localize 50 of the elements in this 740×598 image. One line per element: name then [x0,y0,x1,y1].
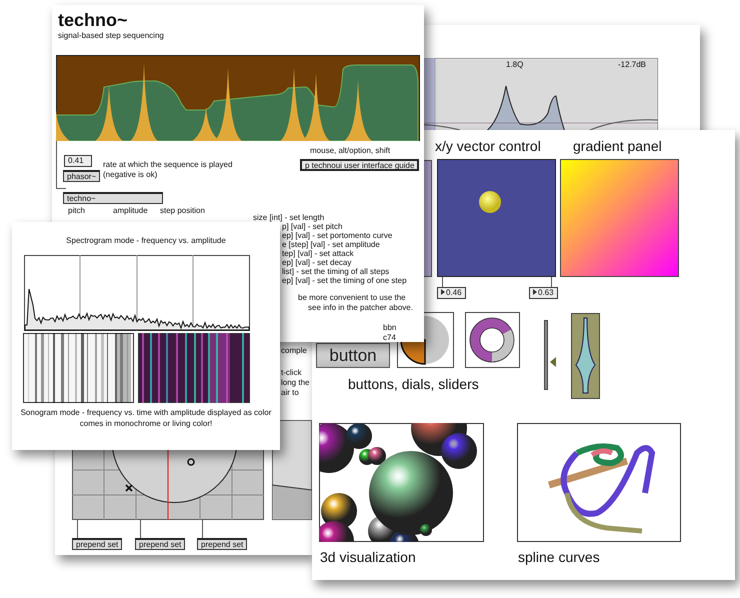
message-text: size [int] - set length [253,213,324,223]
slider[interactable] [544,320,556,390]
message-text: list] - set the timing of all steps [282,267,390,277]
caption-text: Sonogram mode - frequency vs. time with amplitude displayed as color comes in monochrome or living color! [20,407,272,429]
caption-text: Spectrogram mode - frequency vs. amplitude [65,236,227,246]
comment-text: rate at which the sequence is played (negative is ok) [103,160,232,180]
comment-text: comple [281,346,307,356]
section-title: x/y vector control [435,138,541,155]
section-title: 3d visualization [320,549,416,566]
credit-text: c74 [383,333,396,343]
subpatcher-box[interactable]: p technoui user interface guide [300,159,420,171]
section-title: spline curves [518,549,600,566]
number-box[interactable]: 0.46 [437,287,466,299]
message-text: ep] [val] - set portomento curve [282,231,392,241]
sequencer-drawing[interactable] [56,55,420,141]
number-box[interactable]: 0.63 [529,287,558,299]
object-box[interactable]: prepend set [72,538,122,550]
comment-text: t-click [281,368,302,378]
message-text: e [step] [val] - set amplitude [282,240,380,250]
comment-text: be more convenient to use the [298,293,406,303]
comment-text: see info in the patcher above. [308,303,413,313]
object-box[interactable]: techno~ [63,192,163,204]
triangle-icon [441,289,445,295]
message-text: tep] [val] - set attack [282,249,354,259]
object-box[interactable]: prepend set [197,538,248,550]
triangle-icon [533,289,537,295]
xy-pad[interactable] [437,159,556,277]
message-text: ep] [val] - set decay [282,258,352,268]
hint-text: mouse, alt/option, shift [310,146,390,156]
section-title: buttons, dials, sliders [348,376,479,393]
section-title: gradient panel [573,138,662,155]
object-box[interactable]: phasor~ [63,170,100,182]
message-text: ep] [val] - set the timing of one step [282,276,407,286]
number-box[interactable]: 0.41 [64,155,92,167]
readout-label: 1.8Q [506,60,524,70]
outlet-label: amplitude [113,206,148,216]
slider-thumb[interactable] [550,357,556,367]
comment-text: air to [281,388,299,398]
credit-text: bbn [383,323,396,333]
object-box[interactable]: prepend set [135,538,186,550]
readout-label: -12.7dB [618,60,646,70]
outlet-label: pitch [68,206,85,216]
outlet-label: step position [160,206,205,216]
comment-text: long the [281,378,310,388]
subtitle-text: signal-based step sequencing [58,31,164,41]
message-text: p] [val] - set pitch [282,222,342,232]
push-button[interactable]: button [316,343,390,368]
dial[interactable] [465,312,520,368]
vertical-slider-drawing[interactable] [571,313,600,399]
window-heading: techno~ [58,10,128,32]
